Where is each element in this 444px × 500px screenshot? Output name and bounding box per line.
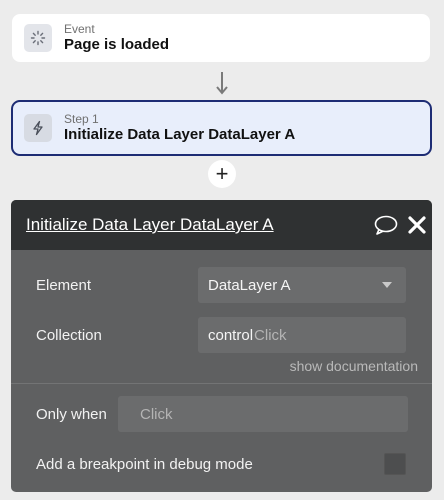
breakpoint-checkbox[interactable] bbox=[384, 453, 406, 475]
event-title: Page is loaded bbox=[64, 36, 170, 53]
breakpoint-label: Add a breakpoint in debug mode bbox=[36, 456, 253, 473]
show-documentation-link[interactable]: show documentation bbox=[290, 358, 418, 374]
event-card[interactable]: Event Page is loaded bbox=[12, 14, 430, 62]
lightning-icon bbox=[24, 114, 52, 142]
add-step-button[interactable]: + bbox=[208, 160, 236, 188]
element-dropdown-value: DataLayer A bbox=[208, 276, 291, 294]
element-label: Element bbox=[36, 277, 92, 294]
panel-title[interactable]: Initialize Data Layer DataLayer A bbox=[26, 215, 284, 235]
arrow-down-icon bbox=[216, 72, 228, 95]
step-title: Initialize Data Layer DataLayer A bbox=[64, 126, 296, 143]
comment-icon[interactable] bbox=[374, 215, 398, 235]
loading-spinner-icon bbox=[24, 24, 52, 52]
collection-label: Collection bbox=[36, 327, 102, 344]
element-dropdown[interactable]: DataLayer A bbox=[198, 267, 406, 303]
only-when-field[interactable]: Click bbox=[118, 396, 408, 432]
collection-field[interactable]: control Click bbox=[198, 317, 406, 353]
panel-header: Initialize Data Layer DataLayer A bbox=[11, 200, 432, 250]
event-subtitle: Event bbox=[64, 22, 95, 36]
only-when-label: Only when bbox=[36, 406, 107, 423]
divider bbox=[11, 383, 432, 384]
collection-value: control bbox=[208, 326, 254, 344]
caret-down-icon bbox=[382, 282, 392, 288]
step-card[interactable]: Step 1 Initialize Data Layer DataLayer A bbox=[11, 100, 432, 156]
step-subtitle: Step 1 bbox=[64, 112, 99, 126]
collection-placeholder: Click bbox=[254, 326, 287, 344]
close-icon[interactable] bbox=[407, 215, 427, 235]
only-when-placeholder: Click bbox=[140, 405, 173, 423]
property-editor-panel: Initialize Data Layer DataLayer A Elemen… bbox=[11, 200, 432, 492]
